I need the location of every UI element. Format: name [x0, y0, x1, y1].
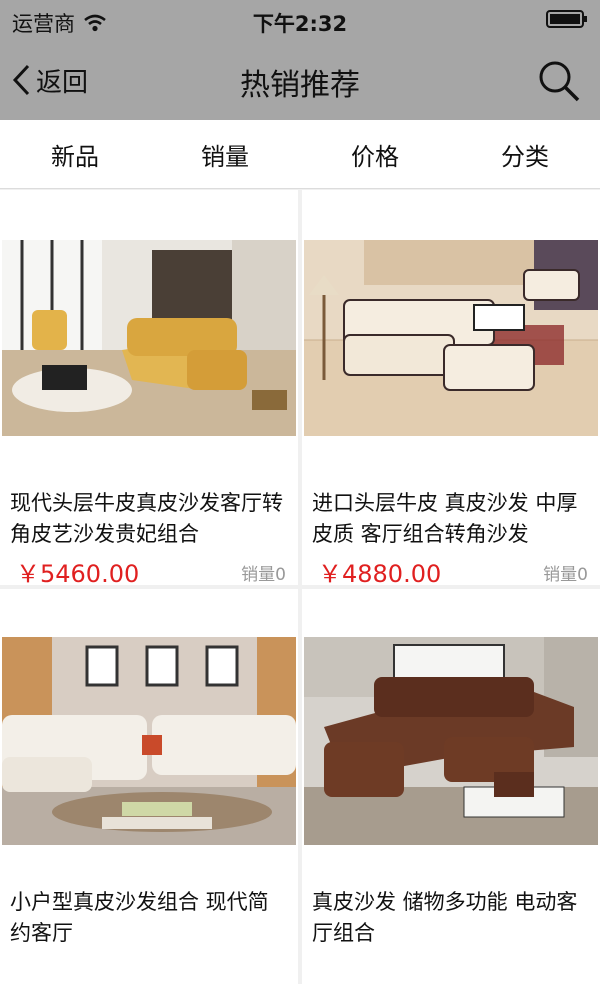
status-bar: 运营商 下午2:32: [0, 0, 600, 40]
product-card[interactable]: 小户型真皮沙发组合 现代简约客厅: [0, 589, 298, 984]
sort-tabs: 新品 销量 价格 分类: [0, 120, 600, 189]
product-title: 真皮沙发 储物多功能 电动客厅组合: [312, 890, 578, 945]
product-card[interactable]: 进口头层牛皮 真皮沙发 中厚皮质 客厅组合转角沙发 ￥4880.00 销量0: [302, 190, 600, 588]
battery-icon: [546, 10, 587, 28]
product-title: 现代头层牛皮真皮沙发客厅转角皮艺沙发贵妃组合: [10, 491, 283, 546]
product-card[interactable]: 真皮沙发 储物多功能 电动客厅组合: [302, 589, 600, 984]
tab-sales[interactable]: 销量: [150, 120, 300, 188]
product-image-yellow-sofa: [2, 240, 296, 436]
product-title: 小户型真皮沙发组合 现代简约客厅: [10, 890, 269, 945]
tab-category[interactable]: 分类: [450, 120, 600, 188]
product-image-brown-sofa: [304, 637, 598, 845]
page-title: 热销推荐: [240, 68, 360, 103]
product-price: ￥5460.00: [16, 560, 140, 588]
search-icon[interactable]: [536, 58, 582, 104]
status-time: 下午2:32: [252, 12, 348, 36]
tab-new[interactable]: 新品: [0, 120, 150, 188]
product-card[interactable]: 现代头层牛皮真皮沙发客厅转角皮艺沙发贵妃组合 ￥5460.00 销量0: [0, 190, 298, 588]
product-image-cream-sofa: [2, 637, 296, 845]
product-price: ￥4880.00: [318, 560, 442, 588]
tab-price[interactable]: 价格: [300, 120, 450, 188]
product-sales: 销量0: [543, 565, 588, 585]
navigation-bar: 返回 热销推荐: [0, 40, 600, 120]
product-image-white-sofa: [304, 240, 598, 436]
product-grid: 现代头层牛皮真皮沙发客厅转角皮艺沙发贵妃组合 ￥5460.00 销量0 进口头层…: [0, 190, 600, 984]
product-sales: 销量0: [241, 565, 286, 585]
product-title: 进口头层牛皮 真皮沙发 中厚皮质 客厅组合转角沙发: [312, 491, 578, 546]
